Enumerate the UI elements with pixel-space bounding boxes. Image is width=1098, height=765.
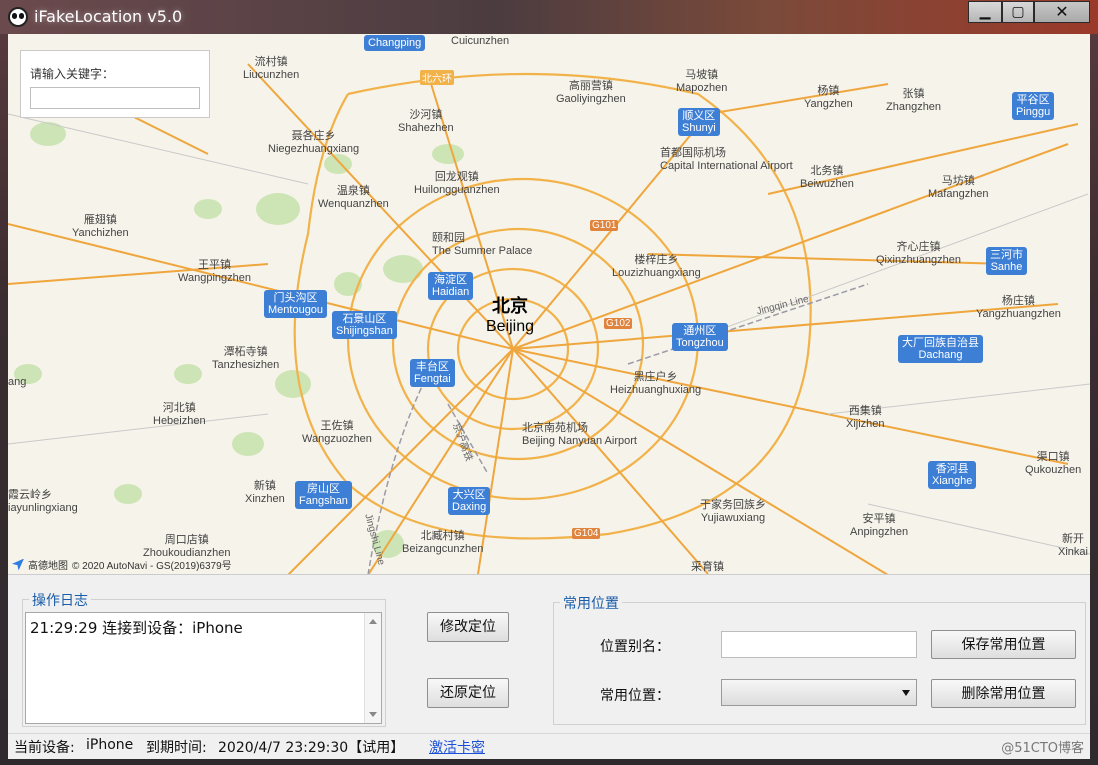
favorites-title: 常用位置	[560, 593, 622, 613]
window-controls: ▁ ▢ ✕	[968, 1, 1090, 23]
close-button[interactable]: ✕	[1034, 1, 1090, 23]
map-place: 马坡镇 Mapozhen	[676, 69, 728, 94]
status-bar: 当前设备: iPhone 到期时间: 2020/4/7 23:29:30【试用】…	[8, 733, 1090, 759]
scroll-down-arrow-icon[interactable]	[369, 712, 377, 717]
log-scrollbar[interactable]	[364, 613, 381, 723]
map-district[interactable]: Changping	[364, 35, 426, 51]
map-place: 渠口镇 Qukouzhen	[1025, 451, 1082, 476]
map-district[interactable]: 海淀区 Haidian	[428, 272, 474, 300]
map-place: 回龙观镇 Huilongguanzhen	[414, 171, 500, 196]
minimize-button[interactable]: ▁	[968, 1, 1002, 23]
map-place: 于家务回族乡 Yujiawuxiang	[700, 499, 766, 524]
log-group: 操作日志 21:29:29 连接到设备：iPhone	[22, 590, 386, 727]
map-district[interactable]: 大兴区 Daxing	[448, 487, 491, 515]
map-place-airport: 首都国际机场 Capital International Airport	[660, 147, 793, 172]
map-copyright: © 2020 AutoNavi - GS(2019)6379号	[72, 561, 232, 572]
map-place: 黑庄户乡 Heizhuanghuxiang	[610, 371, 702, 396]
search-panel: 请输入关键字：	[20, 50, 210, 118]
device-name: iPhone	[86, 737, 134, 753]
map-place: 霞云岭乡 iayunlingxiang	[8, 489, 78, 514]
map-district[interactable]: 大厂回族自治县 Dachang	[898, 335, 983, 363]
map-place: Cuicunzhen	[451, 35, 510, 47]
map-district[interactable]: 通州区 Tongzhou	[672, 323, 728, 351]
map-district[interactable]: 平谷区 Pinggu	[1012, 92, 1055, 120]
map-place: 沙河镇 Shahezhen	[398, 109, 454, 134]
favorites-list-label: 常用位置：	[600, 688, 670, 704]
map-place: 新开 Xinkai	[1058, 533, 1088, 558]
map-place: 北臧村镇 Beizangcunzhen	[402, 530, 484, 555]
map-district[interactable]: 石景山区 Shijingshan	[332, 311, 397, 339]
map-place: 流村镇 Liucunzhen	[243, 56, 300, 81]
restore-location-button[interactable]: 还原定位	[427, 678, 509, 708]
log-title: 操作日志	[29, 590, 91, 610]
search-label: 请输入关键字：	[30, 67, 115, 81]
map-district[interactable]: 香河县 Xianghe	[928, 461, 977, 489]
map-attribution: 高德地图 © 2020 AutoNavi - GS(2019)6379号	[12, 557, 232, 572]
map-place: 张镇 Zhangzhen	[886, 88, 942, 113]
map-place: 安平镇 Anpingzhen	[850, 513, 909, 538]
map-place: 河北镇 Hebeizhen	[153, 402, 206, 427]
map-place: 杨镇 Yangzhen	[804, 85, 853, 110]
panda-app-icon	[8, 7, 28, 27]
map-place: 采育镇	[691, 561, 724, 573]
highway-shield: G102	[604, 318, 633, 329]
app-window: iFakeLocation v5.0 ▁ ▢ ✕ 流村镇 Liucunzhen …	[0, 0, 1098, 765]
map-place: 马坊镇 Mafangzhen	[928, 175, 989, 200]
watermark: @51CTO博客	[1001, 741, 1084, 756]
city-label: 北京 Beijing	[486, 296, 535, 335]
highway-shield: G104	[572, 528, 601, 539]
save-favorite-button[interactable]: 保存常用位置	[931, 630, 1076, 659]
map-place: 楼梓庄乡 Louzizhuangxiang	[612, 254, 701, 279]
map-district[interactable]: 顺义区 Shunyi	[678, 108, 720, 136]
map-place: 王平镇 Wangpingzhen	[178, 259, 251, 284]
map-place-landmark: 颐和园 The Summer Palace	[432, 232, 533, 257]
map-district[interactable]: 房山区 Fangshan	[295, 481, 352, 509]
map-district[interactable]: 丰台区 Fengtai	[410, 359, 455, 387]
map-place: 潭柘寺镇 Tanzhesizhen	[212, 346, 280, 371]
title-bar[interactable]: iFakeLocation v5.0 ▁ ▢ ✕	[0, 0, 1098, 34]
highway-shield: G101	[590, 220, 619, 231]
map-place: 温泉镇 Wenquanzhen	[318, 185, 389, 210]
amap-logo-icon	[12, 558, 24, 571]
alias-label: 位置别名：	[600, 639, 670, 655]
map-view[interactable]: 流村镇 Liucunzhen 沙河镇 Shahezhen 高丽营镇 Gaoliying…	[8, 34, 1090, 575]
dropdown-arrow-icon	[902, 690, 910, 696]
window-title: iFakeLocation v5.0	[34, 7, 183, 26]
expiry-label: 到期时间:	[146, 740, 207, 756]
client-area: 流村镇 Liucunzhen 沙河镇 Shahezhen 高丽营镇 Gaoliying…	[8, 34, 1090, 759]
map-place: 西集镇 Xijizhen	[846, 405, 885, 430]
activate-link[interactable]: 激活卡密	[429, 737, 485, 757]
map-place: ang	[8, 376, 27, 388]
map-place: 雁翅镇 Yanchizhen	[72, 214, 129, 239]
log-textbox[interactable]: 21:29:29 连接到设备：iPhone	[25, 612, 382, 724]
ring-road-label: 北六环	[420, 70, 454, 85]
map-district[interactable]: 门头沟区 Mentougou	[264, 290, 328, 318]
device-label: 当前设备:	[14, 740, 75, 756]
favorites-dropdown[interactable]	[721, 679, 917, 706]
map-place: 王佐镇 Wangzuozhen	[302, 420, 372, 445]
map-place: 聂各庄乡 Niegezhuangxiang	[268, 130, 360, 155]
map-place: 杨庄镇 Yangzhuangzhen	[976, 295, 1061, 320]
expiry-value: 2020/4/7 23:29:30【试用】	[218, 740, 405, 756]
alias-input[interactable]	[721, 631, 917, 658]
map-place-airport: 北京南苑机场 Beijing Nanyuan Airport	[522, 422, 637, 447]
delete-favorite-button[interactable]: 删除常用位置	[931, 679, 1076, 708]
map-brand: 高德地图	[28, 561, 68, 572]
map-place: 齐心庄镇 Qixinzhuangzhen	[876, 241, 962, 266]
map-district[interactable]: 三河市 Sanhe	[986, 247, 1027, 275]
maximize-button[interactable]: ▢	[1002, 1, 1034, 23]
map-place: 北务镇 Beiwuzhen	[800, 165, 854, 190]
log-entry: 21:29:29 连接到设备：iPhone	[30, 619, 243, 637]
scroll-up-arrow-icon[interactable]	[369, 619, 377, 624]
modify-location-button[interactable]: 修改定位	[427, 612, 509, 642]
map-place: 新镇 Xinzhen	[245, 480, 285, 505]
map-place: 高丽营镇 Gaoliyingzhen	[556, 80, 626, 105]
search-input[interactable]	[30, 87, 200, 109]
